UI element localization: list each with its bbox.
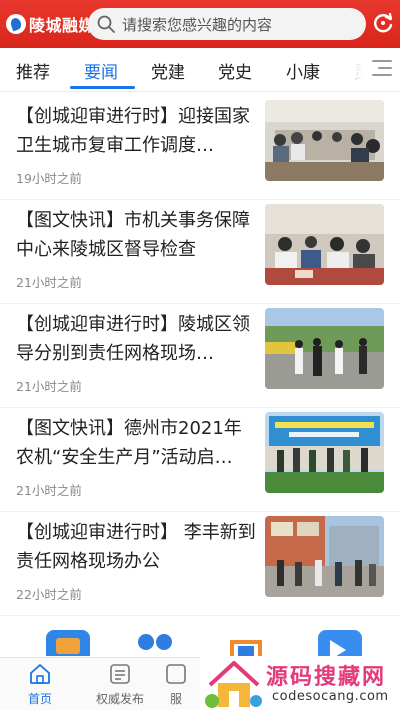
people-app-icon[interactable] xyxy=(134,630,178,656)
news-item[interactable]: 【图文快讯】德州市2021年农机“安全生产月”活动启… 21小时之前 xyxy=(0,408,400,512)
news-title: 【创城迎审进行时】 李丰新到责任网格现场办公 xyxy=(16,522,256,572)
nav-home-label: 首页 xyxy=(27,692,52,706)
tab-recommend[interactable]: 推荐 xyxy=(16,58,50,83)
news-thumbnail xyxy=(265,308,384,389)
search-icon xyxy=(97,15,115,33)
top-bar: 陵城融媒 请搜索您感兴趣的内容 xyxy=(0,0,400,48)
watermark-url: codesocang.com xyxy=(272,689,389,704)
watermark-title: 源码搜藏网 xyxy=(266,665,387,690)
news-thumbnail xyxy=(265,204,384,285)
nav-official-release[interactable]: 权威发布 xyxy=(80,662,160,707)
channel-menu-icon[interactable] xyxy=(372,60,392,78)
news-thumbnail xyxy=(265,516,384,597)
news-time: 21小时之前 xyxy=(16,275,82,290)
nav-service[interactable]: 服 xyxy=(152,662,200,707)
nav-official-release-label: 权威发布 xyxy=(95,692,144,706)
app-shortcuts-row xyxy=(0,620,400,656)
nav-service-label: 服 xyxy=(169,692,182,706)
tab-party-history[interactable]: 党史 xyxy=(218,58,252,83)
refresh-icon[interactable] xyxy=(372,12,394,34)
watermark-house-icon xyxy=(205,661,262,708)
watermark: 源码搜藏网 codesocang.com xyxy=(200,657,400,710)
channel-tabs: 推荐 要闻 党建 党史 小康 灵 xyxy=(0,48,400,92)
tab-party-building[interactable]: 党建 xyxy=(151,58,185,83)
news-title: 【图文快讯】市机关事务保障中心来陵城区督导检查 xyxy=(16,210,250,260)
news-thumbnail xyxy=(265,412,384,493)
news-item[interactable]: 【创城迎审进行时】陵城区领导分别到责任网格现场… 21小时之前 xyxy=(0,304,400,408)
tab-fade-overlay xyxy=(330,48,370,91)
news-title: 【创城迎审进行时】陵城区领导分别到责任网格现场… xyxy=(16,314,250,364)
tab-xiaokang[interactable]: 小康 xyxy=(286,58,320,83)
news-time: 21小时之前 xyxy=(16,483,82,498)
news-item[interactable]: 【创城迎审进行时】迎接国家卫生城市复审工作调度… 19小时之前 xyxy=(0,96,400,200)
news-time: 19小时之前 xyxy=(16,171,82,186)
logo-text: 陵城融媒 xyxy=(29,16,96,35)
wallet-app-icon[interactable] xyxy=(46,630,90,656)
logo-icon xyxy=(6,14,26,34)
tab-headlines[interactable]: 要闻 xyxy=(84,58,118,83)
app-logo[interactable]: 陵城融媒 xyxy=(6,11,95,37)
news-item[interactable]: 【图文快讯】市机关事务保障中心来陵城区督导检查 21小时之前 xyxy=(0,200,400,304)
video-app-icon[interactable] xyxy=(318,630,362,656)
news-time: 22小时之前 xyxy=(16,587,82,602)
news-title: 【图文快讯】德州市2021年农机“安全生产月”活动启… xyxy=(16,418,242,468)
active-tab-indicator xyxy=(70,86,135,89)
news-thumbnail xyxy=(265,100,384,181)
search-input[interactable]: 请搜索您感兴趣的内容 xyxy=(88,8,366,40)
search-placeholder: 请搜索您感兴趣的内容 xyxy=(122,15,273,34)
news-time: 21小时之前 xyxy=(16,379,82,394)
news-title: 【创城迎审进行时】迎接国家卫生城市复审工作调度… xyxy=(16,106,250,156)
service-icon xyxy=(166,664,186,684)
news-item[interactable]: 【创城迎审进行时】 李丰新到责任网格现场办公 22小时之前 xyxy=(0,512,400,616)
nav-home[interactable]: 首页 xyxy=(0,662,80,707)
home-icon xyxy=(30,664,50,684)
document-list-icon xyxy=(110,664,130,684)
building-app-icon[interactable] xyxy=(224,630,268,656)
